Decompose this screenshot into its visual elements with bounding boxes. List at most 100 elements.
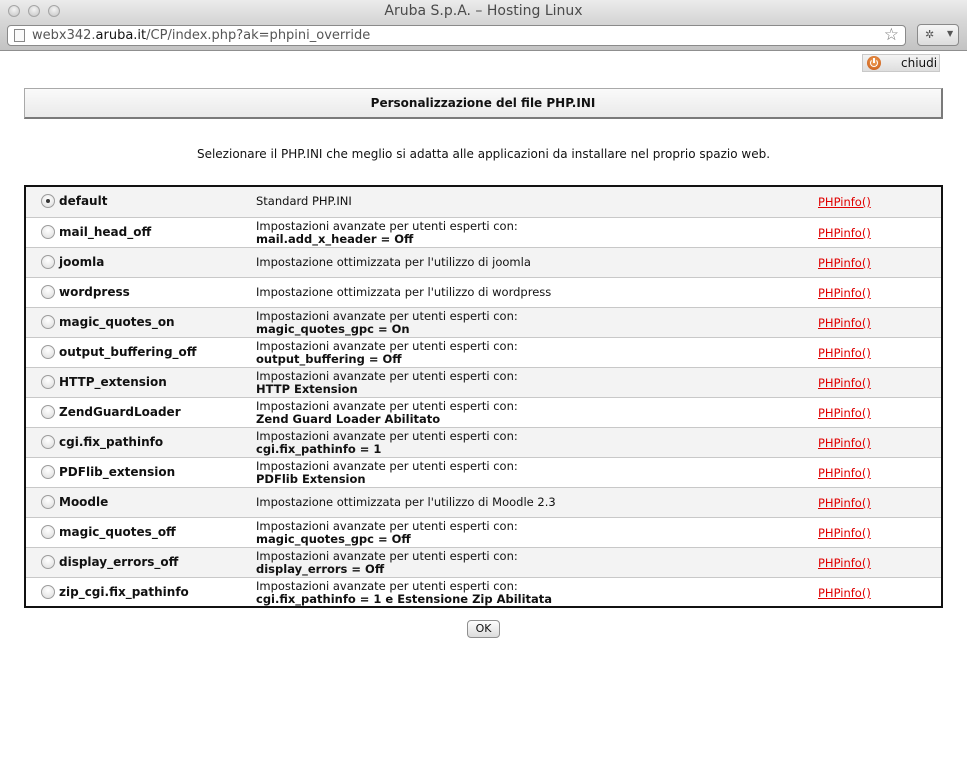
option-setting: display_errors = Off <box>256 562 385 576</box>
option-description: Impostazioni avanzate per utenti esperti… <box>256 579 518 593</box>
option-description: Impostazioni avanzate per utenti esperti… <box>256 399 518 413</box>
phpinfo-link[interactable]: PHPinfo() <box>818 286 871 300</box>
address-bar[interactable]: webx342.aruba.it/CP/index.php?ak=phpini_… <box>7 25 906 46</box>
option-radio[interactable] <box>41 225 55 239</box>
option-row-magic-quotes-on[interactable]: magic_quotes_on Impostazioni avanzate per… <box>26 307 941 337</box>
option-setting: Zend Guard Loader Abilitato <box>256 412 441 426</box>
option-row-default[interactable]: default Standard PHP.INI PHPinfo() <box>26 187 941 217</box>
phpinfo-link[interactable]: PHPinfo() <box>818 376 871 390</box>
option-radio[interactable] <box>41 375 55 389</box>
option-row-mail-head-off[interactable]: mail_head_off Impostazioni avanzate per u… <box>26 217 941 247</box>
chevron-down-icon: ▼ <box>947 29 954 38</box>
option-radio[interactable] <box>41 555 55 569</box>
option-name[interactable]: mail_head_off <box>59 225 151 239</box>
option-name[interactable]: magic_quotes_off <box>59 525 176 539</box>
option-description: Impostazioni avanzate per utenti esperti… <box>256 219 518 233</box>
option-name[interactable]: Moodle <box>59 495 108 509</box>
option-radio[interactable] <box>41 405 55 419</box>
option-setting: cgi.fix_pathinfo = 1 e Estensione Zip Ab… <box>256 592 553 606</box>
option-row-cgi-fix-pathinfo[interactable]: cgi.fix_pathinfo Impostazioni avanzate pe… <box>26 427 941 457</box>
option-row-zip-cgi-fix-pathinfo[interactable]: zip_cgi.fix_pathinfo Impostazioni avanzat… <box>26 577 941 607</box>
option-description: Impostazioni avanzate per utenti esperti… <box>256 309 518 323</box>
option-radio[interactable] <box>41 495 55 509</box>
option-setting: output_buffering = Off <box>256 352 402 366</box>
phpinfo-link[interactable]: PHPinfo() <box>818 556 871 570</box>
option-row-moodle[interactable]: Moodle Impostazione ottimizzata per l'uti… <box>26 487 941 517</box>
phpinfo-link[interactable]: PHPinfo() <box>818 436 871 450</box>
option-name[interactable]: default <box>59 194 107 208</box>
close-button-label: chiudi <box>901 56 938 70</box>
option-description: Impostazioni avanzate per utenti esperti… <box>256 459 518 473</box>
option-radio[interactable] <box>41 585 55 599</box>
option-setting: magic_quotes_gpc = Off <box>256 532 411 546</box>
option-setting: magic_quotes_gpc = On <box>256 322 410 336</box>
option-description: Standard PHP.INI <box>256 194 352 208</box>
option-row-output-buffering-off[interactable]: output_buffering_off Impostazioni avanzat… <box>26 337 941 367</box>
phpinfo-link[interactable]: PHPinfo() <box>818 195 871 209</box>
phpinfo-link[interactable]: PHPinfo() <box>818 466 871 480</box>
option-radio[interactable] <box>41 285 55 299</box>
option-radio[interactable] <box>41 255 55 269</box>
option-description: Impostazioni avanzate per utenti esperti… <box>256 339 518 353</box>
phpinfo-link[interactable]: PHPinfo() <box>818 496 871 510</box>
option-setting: HTTP Extension <box>256 382 358 396</box>
power-icon <box>867 56 881 70</box>
option-name[interactable]: HTTP_extension <box>59 375 167 389</box>
bookmark-star-icon[interactable]: ☆ <box>884 25 899 45</box>
phpinfo-link[interactable]: PHPinfo() <box>818 346 871 360</box>
option-name[interactable]: joomla <box>59 255 104 269</box>
page-title: Personalizzazione del file PHP.INI <box>24 88 943 119</box>
address-url[interactable]: webx342.aruba.it/CP/index.php?ak=phpini_… <box>32 28 370 43</box>
phpinfo-link[interactable]: PHPinfo() <box>818 406 871 420</box>
option-setting: cgi.fix_pathinfo = 1 <box>256 442 382 456</box>
option-radio[interactable] <box>41 435 55 449</box>
window-titlebar: Aruba S.p.A. – Hosting Linux <box>0 0 967 22</box>
option-description: Impostazione ottimizzata per l'utilizzo … <box>256 285 552 299</box>
url-domain: aruba.it <box>95 28 147 43</box>
php-ini-options-table: default Standard PHP.INI PHPinfo() mail_hea… <box>24 185 943 608</box>
option-radio[interactable] <box>41 315 55 329</box>
option-radio[interactable] <box>41 194 55 208</box>
option-name[interactable]: PDFlib_extension <box>59 465 175 479</box>
option-description: Impostazioni avanzate per utenti esperti… <box>256 519 518 533</box>
option-radio[interactable] <box>41 465 55 479</box>
browser-toolbar: webx342.aruba.it/CP/index.php?ak=phpini_… <box>0 22 967 51</box>
option-name[interactable]: display_errors_off <box>59 555 178 569</box>
option-description: Impostazione ottimizzata per l'utilizzo … <box>256 495 556 509</box>
phpinfo-link[interactable]: PHPinfo() <box>818 316 871 330</box>
phpinfo-link[interactable]: PHPinfo() <box>818 586 871 600</box>
url-path: /CP/index.php?ak=phpini_override <box>146 28 371 43</box>
gear-icon: ✲ <box>925 28 935 41</box>
option-row-zendguardloader[interactable]: ZendGuardLoader Impostazioni avanzate per… <box>26 397 941 427</box>
option-radio[interactable] <box>41 525 55 539</box>
option-name[interactable]: output_buffering_off <box>59 345 197 359</box>
option-name[interactable]: wordpress <box>59 285 130 299</box>
option-name[interactable]: cgi.fix_pathinfo <box>59 435 163 449</box>
option-setting: PDFlib Extension <box>256 472 366 486</box>
close-button[interactable]: chiudi <box>862 54 940 72</box>
option-name[interactable]: zip_cgi.fix_pathinfo <box>59 585 189 599</box>
ok-button[interactable]: OK <box>467 620 500 638</box>
page-icon <box>14 29 25 42</box>
phpinfo-link[interactable]: PHPinfo() <box>818 526 871 540</box>
intro-text: Selezionare il PHP.INI che meglio si ada… <box>196 147 771 161</box>
option-description: Impostazioni avanzate per utenti esperti… <box>256 369 518 383</box>
option-row-display-errors-off[interactable]: display_errors_off Impostazioni avanzate … <box>26 547 941 577</box>
url-prefix: webx342. <box>32 28 96 43</box>
option-description: Impostazioni avanzate per utenti esperti… <box>256 429 518 443</box>
window-title: Aruba S.p.A. – Hosting Linux <box>384 3 583 19</box>
option-radio[interactable] <box>41 345 55 359</box>
option-name[interactable]: ZendGuardLoader <box>59 405 181 419</box>
option-row-wordpress[interactable]: wordpress Impostazione ottimizzata per l'… <box>26 277 941 307</box>
option-description: Impostazione ottimizzata per l'utilizzo … <box>256 255 531 269</box>
option-row-joomla[interactable]: joomla Impostazione ottimizzata per l'uti… <box>26 247 941 277</box>
option-row-magic-quotes-off[interactable]: magic_quotes_off Impostazioni avanzate pe… <box>26 517 941 547</box>
extensions-button[interactable]: ✲ ▼ <box>917 24 959 46</box>
option-setting: mail.add_x_header = Off <box>256 232 414 246</box>
option-row-pdflib-extension[interactable]: PDFlib_extension Impostazioni avanzate pe… <box>26 457 941 487</box>
option-name[interactable]: magic_quotes_on <box>59 315 175 329</box>
phpinfo-link[interactable]: PHPinfo() <box>818 256 871 270</box>
option-row-http-extension[interactable]: HTTP_extension Impostazioni avanzate per … <box>26 367 941 397</box>
option-description: Impostazioni avanzate per utenti esperti… <box>256 549 518 563</box>
phpinfo-link[interactable]: PHPinfo() <box>818 226 871 240</box>
